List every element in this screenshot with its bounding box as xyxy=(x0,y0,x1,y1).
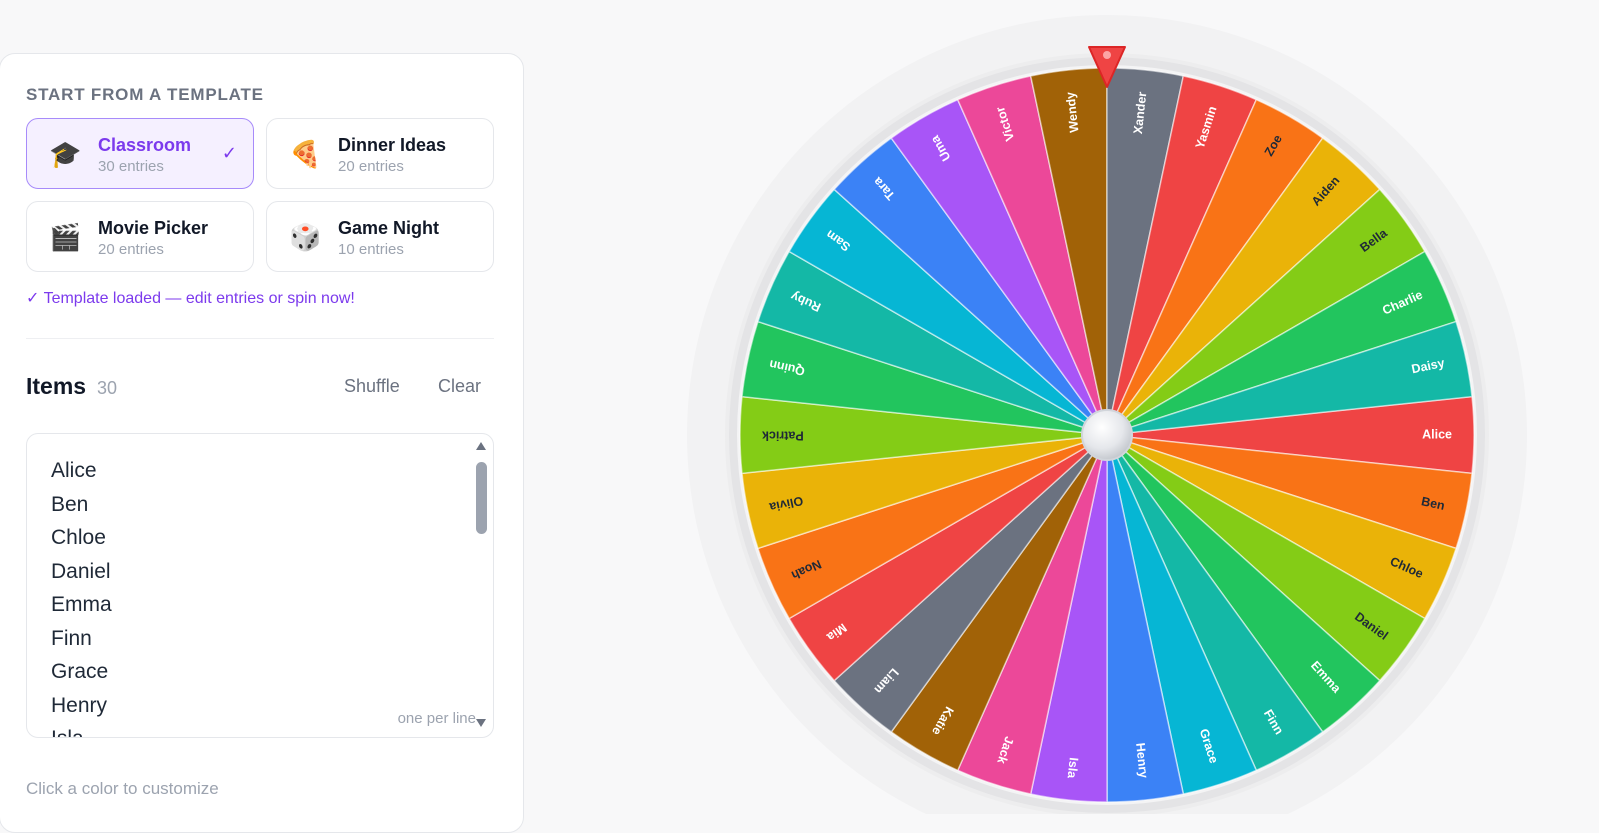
wheel-entry-label: Alice xyxy=(1422,427,1452,441)
wheel-hub[interactable] xyxy=(1081,409,1133,461)
wheel-entry-label: Patrick xyxy=(762,429,804,443)
pointer-dot xyxy=(1103,51,1111,59)
spin-wheel[interactable]: AliceBenChloeDanielEmmaFinnGraceHenryIsl… xyxy=(0,0,1599,814)
wheel-entry-label: Isla xyxy=(1065,757,1081,780)
